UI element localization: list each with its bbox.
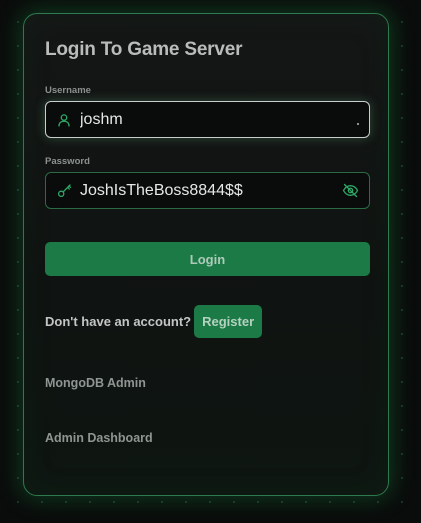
key-icon (56, 183, 72, 199)
register-button[interactable]: Register (194, 305, 263, 338)
username-field[interactable]: joshm (45, 101, 370, 138)
password-input[interactable]: JoshIsTheBoss8844$$ (80, 182, 342, 200)
username-input[interactable]: joshm (80, 111, 357, 129)
login-card: Login To Game Server Username joshm Pass… (23, 13, 389, 496)
password-field[interactable]: JoshIsTheBoss8844$$ (45, 172, 370, 209)
register-row: Don't have an account? Register (45, 305, 263, 338)
user-icon (56, 112, 72, 128)
eye-off-icon[interactable] (342, 183, 359, 198)
mongodb-admin-link[interactable]: MongoDB Admin (45, 376, 146, 390)
password-label: Password (45, 156, 90, 167)
login-button[interactable]: Login (45, 242, 370, 276)
input-cursor-dot (357, 115, 359, 125)
username-label: Username (45, 85, 91, 96)
admin-dashboard-link[interactable]: Admin Dashboard (45, 431, 153, 445)
register-prompt: Don't have an account? (45, 314, 192, 329)
form-title: Login To Game Server (45, 39, 243, 60)
